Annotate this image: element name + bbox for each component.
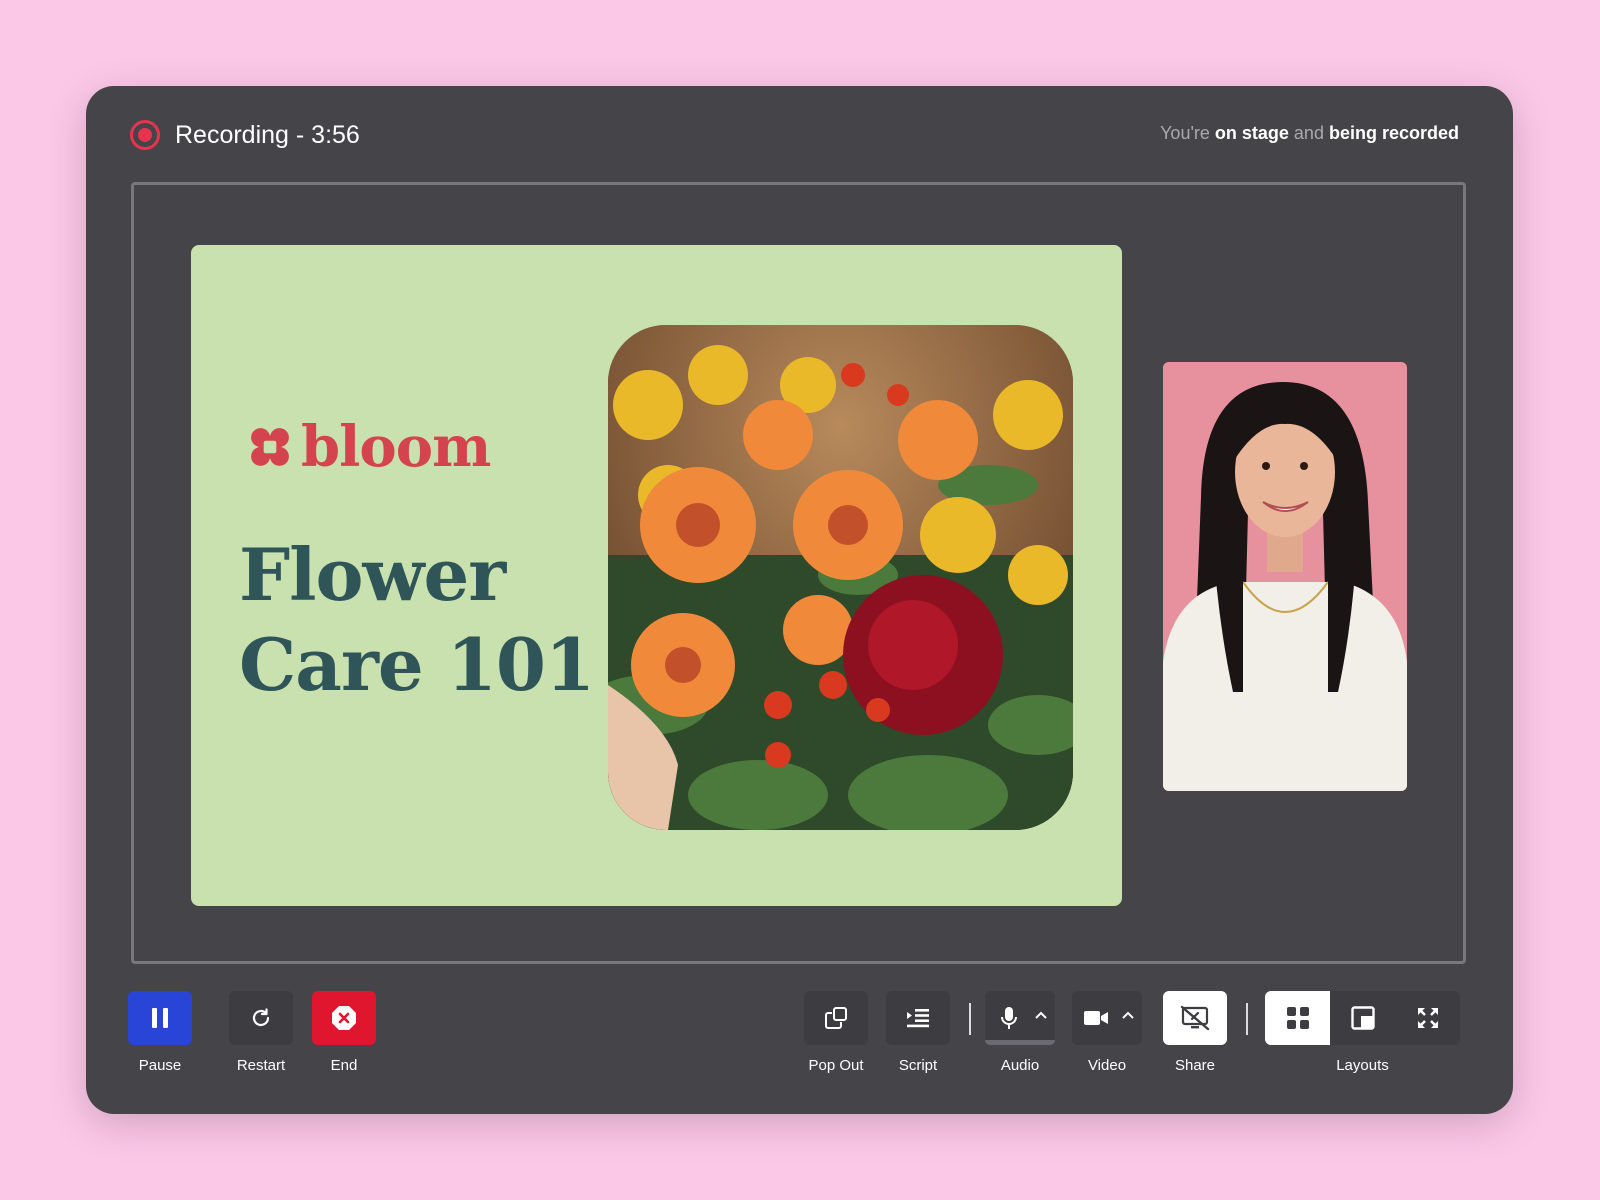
picture-in-picture-icon <box>1350 1006 1375 1030</box>
control-bar: Pause Restart End Pop Out Script Audio V… <box>86 991 1513 1091</box>
microphone-icon <box>1001 1007 1017 1029</box>
pause-button[interactable] <box>128 991 192 1045</box>
presentation-slide: bloom Flower Care 101 <box>191 245 1122 906</box>
bloom-logo-icon <box>251 428 289 466</box>
fullscreen-icon <box>1417 1008 1438 1028</box>
video-button[interactable] <box>1072 991 1142 1045</box>
flower-bouquet-image <box>608 325 1073 830</box>
brand: bloom <box>249 414 491 480</box>
layout-pip-button[interactable] <box>1330 991 1395 1045</box>
layouts-control: Layouts <box>1265 991 1460 1075</box>
restart-icon <box>252 1008 270 1027</box>
grid-layout-icon <box>1286 1007 1309 1029</box>
layout-grid-button[interactable] <box>1265 991 1330 1045</box>
audio-level-bar <box>985 1040 1055 1045</box>
pause-control: Pause <box>128 991 192 1075</box>
pop-out-control: Pop Out <box>804 991 868 1075</box>
stage: bloom Flower Care 101 <box>131 182 1466 964</box>
chevron-up-icon[interactable] <box>1122 1011 1134 1019</box>
stop-icon <box>332 1006 356 1030</box>
slide-title: Flower Care 101 <box>239 532 595 707</box>
script-button[interactable] <box>886 991 950 1045</box>
pause-icon <box>152 1008 168 1028</box>
camera-icon <box>1084 1011 1108 1025</box>
recording-timer: Recording - 3:56 <box>175 121 360 149</box>
toolbar-divider <box>969 1003 971 1035</box>
pop-out-icon <box>825 1007 847 1029</box>
share-control: Share <box>1163 991 1227 1075</box>
audio-button[interactable] <box>985 991 1055 1045</box>
video-control: Video <box>1072 991 1142 1075</box>
layout-fullscreen-button[interactable] <box>1395 991 1460 1045</box>
presenter-video <box>1163 362 1407 791</box>
end-control: End <box>312 991 376 1075</box>
layouts-group <box>1265 991 1460 1045</box>
toolbar-divider <box>1246 1003 1248 1035</box>
share-button[interactable] <box>1163 991 1227 1045</box>
recording-window: Recording - 3:56 You're on stage and bei… <box>86 86 1513 1114</box>
restart-control: Restart <box>229 991 293 1075</box>
script-icon <box>907 1009 929 1028</box>
end-button[interactable] <box>312 991 376 1045</box>
script-control: Script <box>886 991 950 1075</box>
chevron-up-icon[interactable] <box>1035 1011 1047 1019</box>
pop-out-button[interactable] <box>804 991 868 1045</box>
record-icon <box>130 120 160 150</box>
audio-control: Audio <box>985 991 1055 1075</box>
stage-status: You're on stage and being recorded <box>1160 123 1459 143</box>
restart-button[interactable] <box>229 991 293 1045</box>
brand-name: bloom <box>301 414 491 480</box>
screen-share-off-icon <box>1180 1005 1210 1031</box>
